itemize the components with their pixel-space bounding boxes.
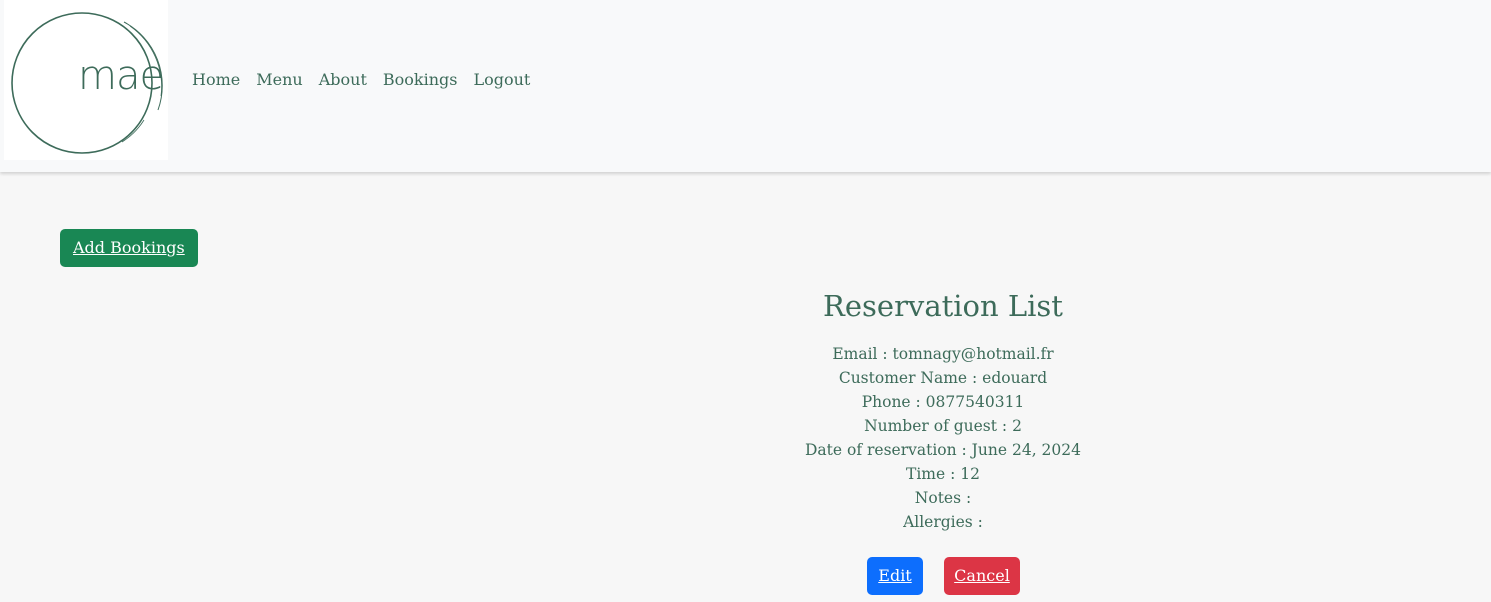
logo-text: mae: [78, 53, 164, 99]
reservation-details: Email : tomnagy@hotmail.fr Customer Name…: [693, 342, 1193, 534]
nav-item-about[interactable]: About: [319, 70, 367, 89]
add-bookings-button[interactable]: Add Bookings: [60, 229, 198, 267]
reservation-time: Time : 12: [906, 465, 980, 483]
reservation-phone: Phone : 0877540311: [861, 393, 1025, 411]
nav-item-bookings[interactable]: Bookings: [383, 70, 458, 89]
reservation-allergies: Allergies :: [903, 513, 983, 531]
nav-item-logout[interactable]: Logout: [473, 70, 530, 89]
reservation-email: Email : tomnagy@hotmail.fr: [832, 345, 1054, 363]
reservation-customer-name: Customer Name : edouard: [838, 369, 1048, 387]
nav-links: Home Menu About Bookings Logout: [192, 70, 530, 89]
page-title: Reservation List: [823, 289, 1063, 323]
edit-button[interactable]: Edit: [867, 557, 923, 595]
navbar: mae Home Menu About Bookings Logout: [0, 0, 1491, 172]
nav-item-home[interactable]: Home: [192, 70, 240, 89]
reservation-date: Date of reservation : June 24, 2024: [805, 441, 1081, 459]
logo[interactable]: mae: [4, 0, 168, 160]
nav-item-menu[interactable]: Menu: [256, 70, 302, 89]
cancel-button[interactable]: Cancel: [944, 557, 1020, 595]
reservation-guests: Number of guest : 2: [864, 417, 1022, 435]
reservation-notes: Notes :: [914, 489, 972, 507]
